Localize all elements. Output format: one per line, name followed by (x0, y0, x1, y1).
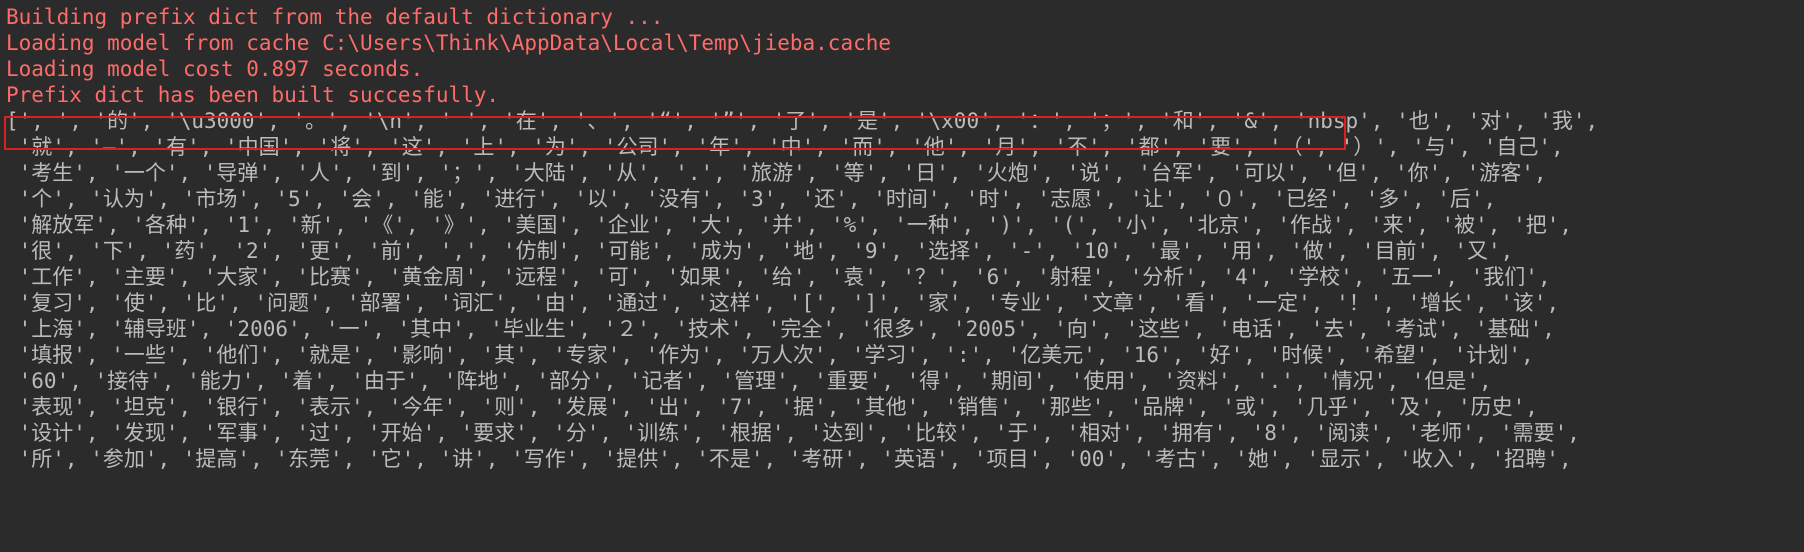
run-console-output: Building prefix dict from the default di… (0, 0, 1804, 552)
output-line: '所', '参加', '提高', '东莞', '它', '讲', '写作', '… (6, 447, 1572, 471)
highlight-annotation-box (4, 116, 1346, 150)
